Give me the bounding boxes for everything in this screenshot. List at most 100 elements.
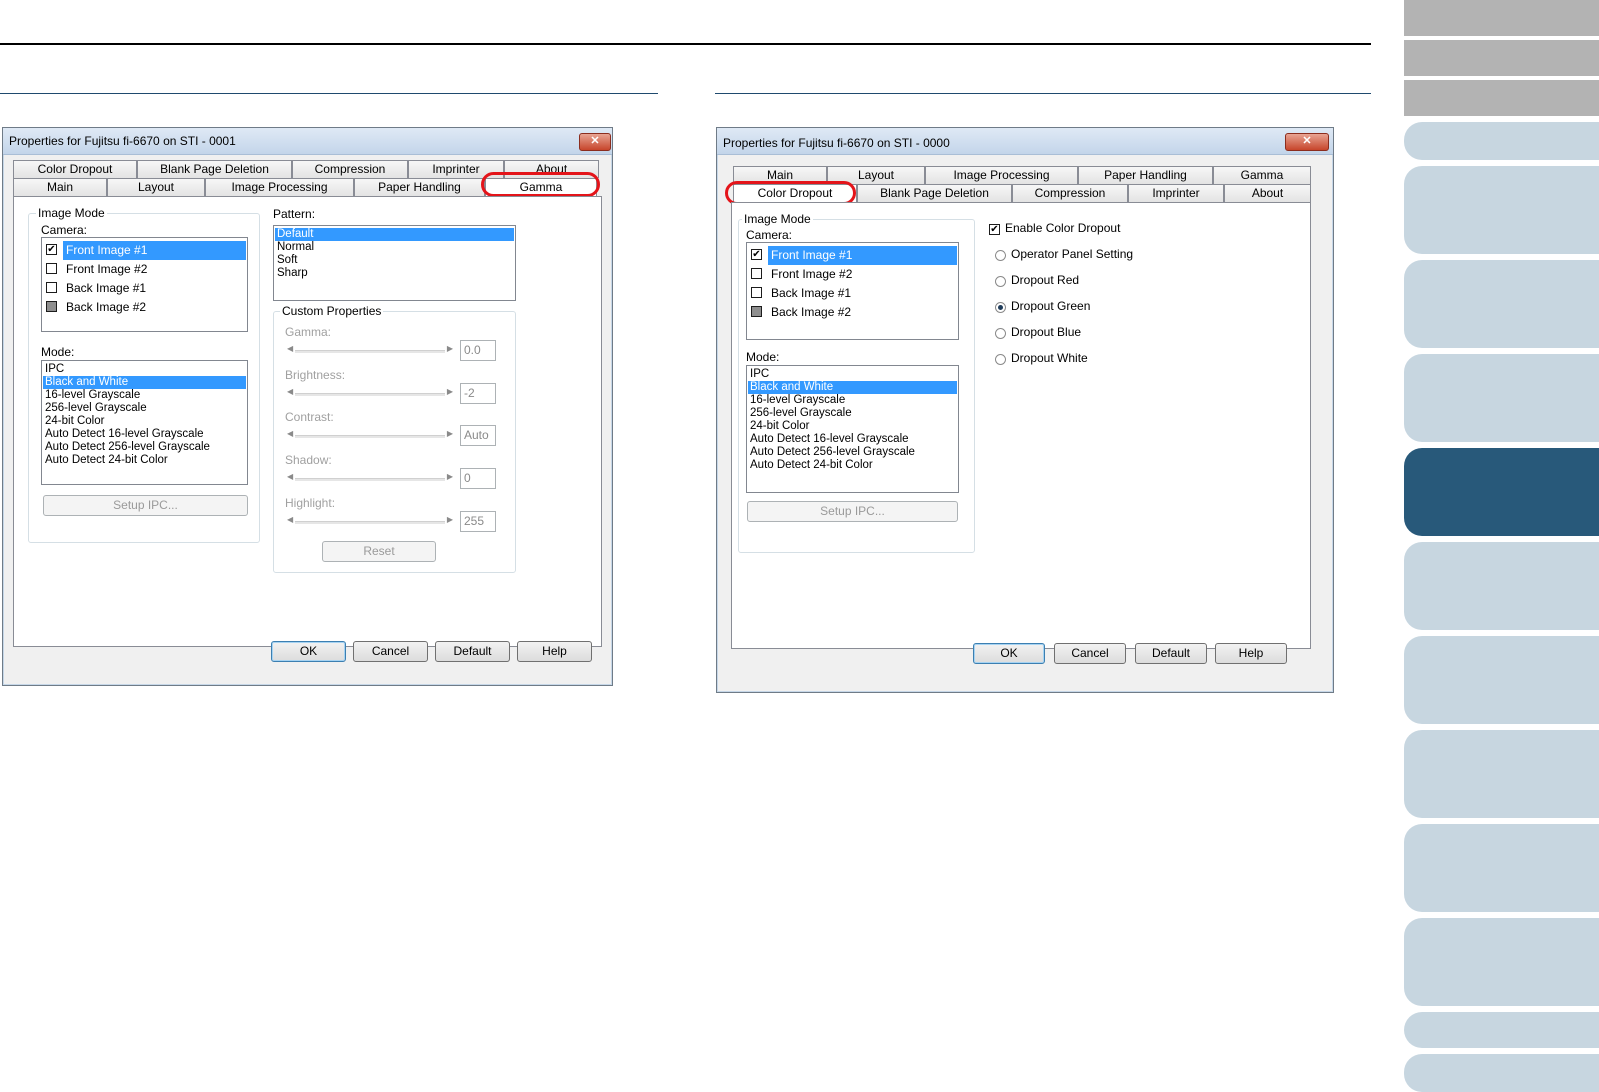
mode-item[interactable]: Black and White (748, 381, 957, 394)
highlight-slider[interactable]: ◀ ▶ (285, 515, 455, 529)
checkbox-icon[interactable]: ✔ (46, 244, 57, 255)
camera-item-front-2[interactable]: Front Image #2 (43, 260, 246, 279)
checkbox-icon[interactable] (46, 282, 57, 293)
tab-blank-page-deletion[interactable]: Blank Page Deletion (857, 184, 1012, 202)
highlight-value[interactable]: 255 (460, 511, 496, 532)
tab-image-processing[interactable]: Image Processing (205, 178, 354, 196)
help-button[interactable]: Help (1215, 643, 1287, 664)
checkbox-icon[interactable]: ✔ (751, 249, 762, 260)
contrast-slider[interactable]: ◀ ▶ (285, 429, 455, 443)
mode-item[interactable]: Auto Detect 256-level Grayscale (748, 446, 957, 459)
tab-about[interactable]: About (504, 160, 599, 178)
slider-right-arrow-icon[interactable]: ▶ (447, 515, 453, 524)
cancel-button[interactable]: Cancel (1054, 643, 1126, 664)
mode-item[interactable]: Auto Detect 256-level Grayscale (43, 441, 246, 454)
tab-layout[interactable]: Layout (827, 166, 925, 184)
close-button[interactable]: ✕ (1285, 133, 1329, 151)
camera-item-back-2[interactable]: Back Image #2 (748, 303, 957, 322)
mode-item[interactable]: 24-bit Color (43, 415, 246, 428)
checkbox-icon[interactable] (46, 263, 57, 274)
default-button[interactable]: Default (1135, 643, 1207, 664)
slider-left-arrow-icon[interactable]: ◀ (287, 344, 293, 353)
slider-left-arrow-icon[interactable]: ◀ (287, 387, 293, 396)
operator-panel-setting-label[interactable]: Operator Panel Setting (1011, 247, 1133, 261)
help-button[interactable]: Help (517, 641, 592, 662)
setup-ipc-button[interactable]: Setup IPC... (43, 495, 248, 516)
radio-dropout-red[interactable] (995, 276, 1006, 287)
slider-track[interactable] (295, 478, 445, 481)
slider-right-arrow-icon[interactable]: ▶ (447, 344, 453, 353)
reset-button[interactable]: Reset (322, 541, 436, 562)
camera-list[interactable]: ✔ Front Image #1 Front Image #2 Back Imag… (746, 242, 959, 340)
slider-right-arrow-icon[interactable]: ▶ (447, 387, 453, 396)
ok-button[interactable]: OK (973, 643, 1045, 664)
tab-layout[interactable]: Layout (107, 178, 205, 196)
gamma-value[interactable]: 0.0 (460, 340, 496, 361)
nav-tab-11[interactable] (1404, 730, 1599, 818)
pattern-item[interactable]: Soft (275, 254, 514, 267)
nav-tab-7[interactable] (1404, 354, 1599, 442)
tab-gamma[interactable]: Gamma (485, 178, 597, 196)
checkbox-icon[interactable] (751, 287, 762, 298)
radio-dropout-white[interactable] (995, 354, 1006, 365)
nav-tab-13[interactable] (1404, 918, 1599, 1006)
nav-tab-10[interactable] (1404, 636, 1599, 724)
pattern-item[interactable]: Normal (275, 241, 514, 254)
tab-color-dropout[interactable]: Color Dropout (733, 184, 857, 202)
checkbox-icon[interactable] (751, 268, 762, 279)
dropout-red-label[interactable]: Dropout Red (1011, 273, 1079, 287)
close-button[interactable]: ✕ (579, 133, 611, 151)
pattern-item[interactable]: Default (275, 228, 514, 241)
slider-left-arrow-icon[interactable]: ◀ (287, 472, 293, 481)
nav-tab-5[interactable] (1404, 166, 1599, 254)
slider-track[interactable] (295, 393, 445, 396)
cancel-button[interactable]: Cancel (353, 641, 428, 662)
slider-right-arrow-icon[interactable]: ▶ (447, 472, 453, 481)
gamma-slider[interactable]: ◀ ▶ (285, 344, 455, 358)
slider-left-arrow-icon[interactable]: ◀ (287, 515, 293, 524)
nav-tab-6[interactable] (1404, 260, 1599, 348)
mode-item[interactable]: Auto Detect 24-bit Color (43, 454, 246, 467)
tab-image-processing[interactable]: Image Processing (925, 166, 1078, 184)
mode-item[interactable]: 256-level Grayscale (43, 402, 246, 415)
mode-item[interactable]: Auto Detect 24-bit Color (748, 459, 957, 472)
checkbox-icon[interactable] (751, 306, 762, 317)
mode-item[interactable]: 16-level Grayscale (748, 394, 957, 407)
camera-item-front-2[interactable]: Front Image #2 (748, 265, 957, 284)
enable-color-dropout-label[interactable]: Enable Color Dropout (1005, 221, 1120, 235)
pattern-list[interactable]: Default Normal Soft Sharp (273, 225, 516, 301)
tab-color-dropout[interactable]: Color Dropout (13, 160, 137, 178)
camera-list[interactable]: ✔ Front Image #1 Front Image #2 Back Imag… (41, 237, 248, 332)
checkbox-icon[interactable] (46, 301, 57, 312)
nav-tab-1[interactable] (1404, 0, 1599, 36)
tab-paper-handling[interactable]: Paper Handling (1078, 166, 1213, 184)
mode-list[interactable]: IPC Black and White 16-level Grayscale 2… (746, 365, 959, 493)
camera-item-back-2[interactable]: Back Image #2 (43, 298, 246, 317)
camera-item-front-1[interactable]: ✔ Front Image #1 (748, 246, 957, 265)
tab-main[interactable]: Main (13, 178, 107, 196)
tab-about[interactable]: About (1224, 184, 1311, 202)
tab-paper-handling[interactable]: Paper Handling (354, 178, 485, 196)
camera-item-back-1[interactable]: Back Image #1 (748, 284, 957, 303)
mode-item[interactable]: 256-level Grayscale (748, 407, 957, 420)
dropout-green-label[interactable]: Dropout Green (1011, 299, 1090, 313)
dialog-titlebar[interactable]: Properties for Fujitsu fi-6670 on STI - … (3, 128, 612, 155)
ok-button[interactable]: OK (271, 641, 346, 662)
radio-dropout-blue[interactable] (995, 328, 1006, 339)
dropout-blue-label[interactable]: Dropout Blue (1011, 325, 1081, 339)
nav-tab-2[interactable] (1404, 40, 1599, 76)
dialog-titlebar[interactable]: Properties for Fujitsu fi-6670 on STI - … (717, 128, 1333, 155)
mode-item[interactable]: IPC (43, 363, 246, 376)
setup-ipc-button[interactable]: Setup IPC... (747, 501, 958, 522)
tab-imprinter[interactable]: Imprinter (408, 160, 504, 178)
nav-tab-3[interactable] (1404, 80, 1599, 116)
nav-tab-9[interactable] (1404, 542, 1599, 630)
slider-right-arrow-icon[interactable]: ▶ (447, 429, 453, 438)
shadow-slider[interactable]: ◀ ▶ (285, 472, 455, 486)
slider-track[interactable] (295, 521, 445, 524)
mode-item[interactable]: Black and White (43, 376, 246, 389)
nav-tab-14[interactable] (1404, 1012, 1599, 1048)
nav-tab-4[interactable] (1404, 122, 1599, 160)
mode-item[interactable]: IPC (748, 368, 957, 381)
mode-item[interactable]: Auto Detect 16-level Grayscale (43, 428, 246, 441)
